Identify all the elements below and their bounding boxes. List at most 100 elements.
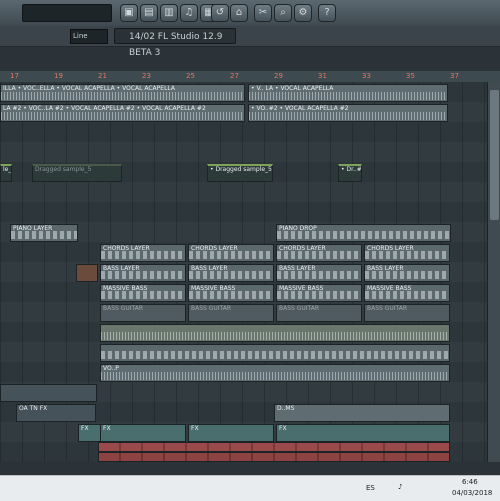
clip-bass-0[interactable] — [76, 264, 98, 282]
clip-massive-3[interactable]: MASSIVE BASS — [276, 284, 362, 302]
clip-bass-1[interactable]: BASS LAYER — [100, 264, 186, 282]
clip-bass-4[interactable]: BASS LAYER — [364, 264, 450, 282]
bar-19: 19 — [54, 72, 63, 80]
playlist-arrangement[interactable]: ILLA • VOC..ELLA • VOCAL ACAPELLA • VOCA… — [0, 82, 487, 462]
clip-guitar-3[interactable]: BASS GUITAR — [276, 304, 362, 322]
clip-vocal-acapella[interactable]: ILLA • VOC..ELLA • VOCAL ACAPELLA • VOCA… — [0, 84, 245, 102]
clip-chords-3[interactable]: CHORDS LAYER — [276, 244, 362, 262]
bar-33: 33 — [362, 72, 371, 80]
time-text[interactable]: 6:46 — [462, 478, 478, 486]
clip-label: FX — [191, 425, 199, 432]
help-icon[interactable]: ? — [318, 4, 336, 22]
clip-dragged-b[interactable]: Dragged sample_5 — [32, 164, 122, 182]
note-preview — [101, 271, 185, 279]
clip-massive-4[interactable]: MASSIVE BASS — [364, 284, 450, 302]
clip-fx-2[interactable]: FX — [100, 424, 186, 442]
clip-piano-drop[interactable]: PIANO DROP — [276, 224, 451, 242]
bar-37: 37 — [450, 72, 459, 80]
clip-bass-3[interactable]: BASS LAYER — [276, 264, 362, 282]
clip-chords-1[interactable]: CHORDS LAYER — [100, 244, 186, 262]
note-preview — [101, 291, 185, 299]
clip-label: BASS GUITAR — [279, 305, 320, 312]
clip-dragged-d[interactable]: • Dr..#2 — [338, 164, 362, 182]
windows-taskbar: ES ♪ 6:46 04/03/2018 — [0, 475, 500, 501]
note-preview — [11, 231, 77, 239]
date-text[interactable]: 04/03/2018 — [452, 489, 492, 497]
note-preview — [277, 231, 450, 239]
clip-label: D..MS — [277, 405, 295, 412]
note-preview — [365, 271, 449, 279]
clip-vocal-acapella-2[interactable]: LA #2 • VOC..LA #2 • VOCAL ACAPELLA #2 •… — [0, 104, 245, 122]
bar-29: 29 — [274, 72, 283, 80]
undo-icon[interactable]: ↺ — [211, 4, 229, 22]
clip-dms[interactable]: D..MS — [274, 404, 450, 422]
note-preview — [101, 251, 185, 259]
clip-label: OA TN FX — [19, 405, 48, 412]
clip-massive-1[interactable]: MASSIVE BASS — [100, 284, 186, 302]
clip-bass-2[interactable]: BASS LAYER — [188, 264, 274, 282]
language-indicator[interactable]: ES — [366, 484, 375, 492]
clip-label: • Dr..#2 — [341, 166, 362, 173]
clip-red-2[interactable] — [98, 452, 450, 462]
note-preview — [365, 251, 449, 259]
clip-vocal-acapella-2-2nd[interactable]: • VO..#2 • VOCAL ACAPELLA #2 — [248, 104, 448, 122]
bar-21: 21 — [98, 72, 107, 80]
clip-chords-4[interactable]: CHORDS LAYER — [364, 244, 450, 262]
piano-roll-icon[interactable]: ♫ — [180, 4, 198, 22]
clip-vocal-acapella-2nd[interactable]: • V.. LA • VOCAL ACAPELLA — [248, 84, 448, 102]
speaker-icon[interactable]: ♪ — [398, 483, 402, 491]
secondary-toolbar: Line — [0, 26, 500, 47]
clip-massive-2[interactable]: MASSIVE BASS — [188, 284, 274, 302]
clip-label: FX — [81, 425, 89, 432]
clip-guitar-2[interactable]: BASS GUITAR — [188, 304, 274, 322]
mixer-icon[interactable]: ▥ — [160, 4, 178, 22]
plugin-icon[interactable]: ⚙ — [294, 4, 312, 22]
bar-17: 17 — [10, 72, 19, 80]
note-preview — [189, 251, 273, 259]
clip-label: BASS GUITAR — [191, 305, 232, 312]
tools-icon[interactable]: ✂ — [254, 4, 272, 22]
render-icon[interactable]: ⌂ — [230, 4, 248, 22]
bar-31: 31 — [318, 72, 327, 80]
note-preview — [277, 271, 361, 279]
note-preview — [101, 351, 449, 359]
note-preview — [189, 271, 273, 279]
clip-dragged-c[interactable]: • Dragged sample_5 — [207, 164, 273, 182]
clip-guitar-1[interactable]: BASS GUITAR — [100, 304, 186, 322]
clip-dragged-a[interactable]: le_#2 — [0, 164, 12, 182]
clip-label: BASS GUITAR — [367, 305, 408, 312]
clip-label: FX — [103, 425, 111, 432]
vertical-scrollbar[interactable] — [487, 82, 500, 462]
clip-left-faded[interactable] — [0, 384, 97, 402]
search-icon[interactable]: ⌕ — [274, 4, 292, 22]
clip-red-1[interactable] — [98, 442, 450, 452]
snap-icon[interactable]: ▣ — [120, 4, 138, 22]
clip-vo-row[interactable]: VO..P — [100, 364, 450, 382]
song-position-display — [22, 4, 112, 22]
note-preview — [365, 291, 449, 299]
clip-fx-3[interactable]: FX — [188, 424, 274, 442]
bar-35: 35 — [406, 72, 415, 80]
clip-guitar-4[interactable]: BASS GUITAR — [364, 304, 450, 322]
waveform — [101, 372, 449, 380]
clip-drum-pattern[interactable] — [100, 324, 450, 342]
note-preview — [277, 291, 361, 299]
bar-27: 27 — [230, 72, 239, 80]
clip-oa-fx[interactable]: OA TN FX — [16, 404, 96, 422]
clip-piano-layer[interactable]: PIANO LAYER — [10, 224, 78, 242]
line-mode-value: Line — [73, 32, 88, 40]
top-toolbar: ▣ ▤ ▥ ♫ ▦ ↺ ⌂ ✂ ⌕ ⚙ ? — [0, 0, 500, 27]
line-mode-select[interactable]: Line — [70, 29, 108, 44]
waveform — [249, 112, 447, 120]
clip-label: • Dragged sample_5 — [210, 166, 272, 173]
scrollbar-thumb[interactable] — [490, 90, 499, 220]
waveform — [1, 112, 244, 120]
clip-hats[interactable] — [100, 344, 450, 362]
clip-label: FX — [279, 425, 287, 432]
clip-chords-2[interactable]: CHORDS LAYER — [188, 244, 274, 262]
bar-23: 23 — [142, 72, 151, 80]
hint-bar: 14/02 FL Studio 12.9 BETA 3 — [114, 28, 236, 58]
waveform — [1, 92, 244, 100]
clip-fx-4[interactable]: FX — [276, 424, 450, 442]
save-icon[interactable]: ▤ — [140, 4, 158, 22]
